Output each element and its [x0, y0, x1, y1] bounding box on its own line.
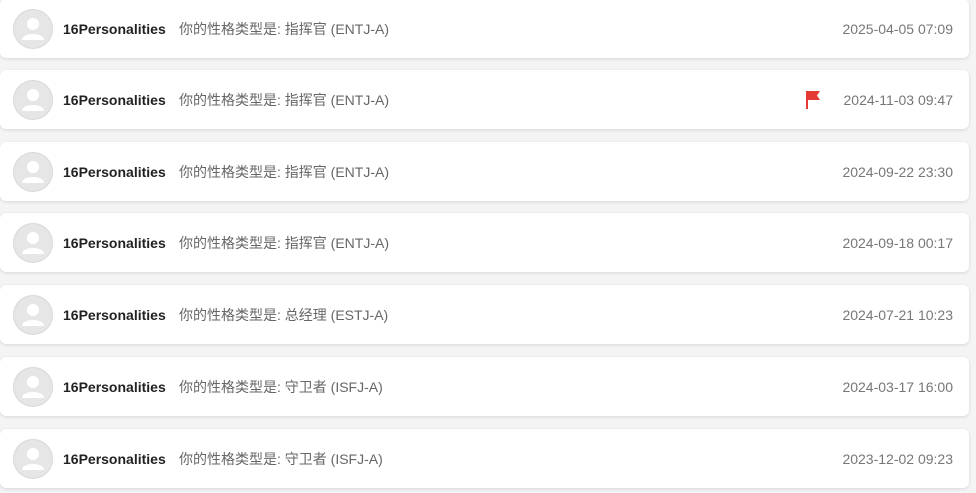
message-date: 2025-04-05 07:09	[842, 20, 953, 37]
message-date: 2024-11-03 09:47	[843, 91, 954, 108]
message-row[interactable]: 16Personalities 你的性格类型是: 指挥官 (ENTJ-A) 20…	[0, 70, 969, 129]
message-row[interactable]: 16Personalities 你的性格类型是: 总经理 (ESTJ-A) 20…	[0, 285, 969, 344]
sender-name: 16Personalities	[63, 20, 166, 37]
sender-name: 16Personalities	[63, 234, 166, 251]
message-row[interactable]: 16Personalities 你的性格类型是: 守卫者 (ISFJ-A) 20…	[0, 429, 969, 488]
message-subject: 你的性格类型是: 守卫者 (ISFJ-A)	[179, 378, 383, 395]
message-subject: 你的性格类型是: 指挥官 (ENTJ-A)	[179, 234, 389, 251]
avatar-icon	[13, 79, 53, 120]
message-date: 2024-09-22 23:30	[842, 163, 953, 180]
message-subject: 你的性格类型是: 守卫者 (ISFJ-A)	[179, 450, 383, 467]
message-date: 2024-03-17 16:00	[842, 378, 953, 395]
avatar-icon	[13, 294, 53, 335]
sender-name: 16Personalities	[63, 450, 166, 467]
message-row[interactable]: 16Personalities 你的性格类型是: 指挥官 (ENTJ-A) 20…	[0, 213, 969, 272]
sender-name: 16Personalities	[63, 306, 166, 323]
message-row[interactable]: 16Personalities 你的性格类型是: 守卫者 (ISFJ-A) 20…	[0, 357, 969, 416]
message-date: 2023-12-02 09:23	[842, 450, 953, 467]
message-row[interactable]: 16Personalities 你的性格类型是: 指挥官 (ENTJ-A) 20…	[0, 0, 969, 58]
message-row[interactable]: 16Personalities 你的性格类型是: 指挥官 (ENTJ-A) 20…	[0, 142, 969, 201]
avatar-icon	[13, 438, 53, 479]
message-date: 2024-07-21 10:23	[842, 306, 953, 323]
flag-icon[interactable]	[805, 90, 821, 110]
avatar-icon	[13, 151, 53, 192]
avatar-icon	[13, 222, 53, 263]
message-subject: 你的性格类型是: 指挥官 (ENTJ-A)	[179, 163, 389, 180]
message-subject: 你的性格类型是: 指挥官 (ENTJ-A)	[179, 20, 389, 37]
message-subject: 你的性格类型是: 指挥官 (ENTJ-A)	[179, 91, 389, 108]
sender-name: 16Personalities	[63, 378, 166, 395]
message-date: 2024-09-18 00:17	[842, 234, 953, 251]
sender-name: 16Personalities	[63, 163, 166, 180]
avatar-icon	[13, 8, 53, 49]
avatar-icon	[13, 366, 53, 407]
sender-name: 16Personalities	[63, 91, 166, 108]
message-list: 16Personalities 你的性格类型是: 指挥官 (ENTJ-A) 20…	[0, 0, 976, 493]
message-subject: 你的性格类型是: 总经理 (ESTJ-A)	[179, 306, 389, 323]
